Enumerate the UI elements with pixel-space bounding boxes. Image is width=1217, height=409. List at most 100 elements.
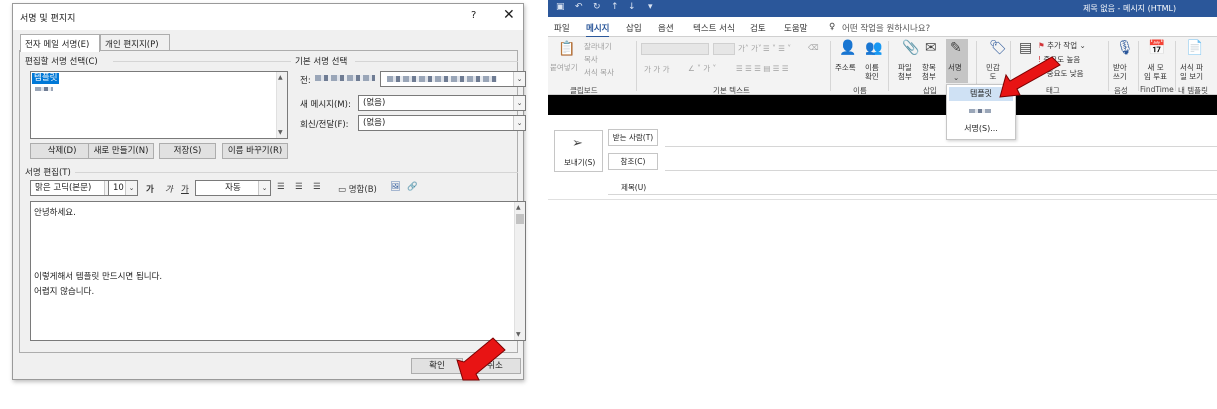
tab-message[interactable]: 메시지	[586, 22, 610, 38]
ribbon-tabs: 파일 메시지 삽입 옵션 텍스트 서식 검토 도움말 ♀ 어떤 작업을 원하시나…	[548, 17, 1217, 38]
highlight-icon[interactable]: ∠ ˅ 가 ˅	[688, 64, 716, 73]
italic-button[interactable]: 가	[165, 183, 173, 195]
delete-button[interactable]: 삭제(D)	[30, 143, 94, 159]
address-book-icon[interactable]: 👤	[839, 40, 856, 56]
to-field[interactable]	[665, 146, 1217, 147]
tell-me-search[interactable]: 어떤 작업을 원하시나요?	[842, 22, 930, 34]
undo-icon[interactable]: ↶	[575, 2, 583, 12]
tab-help[interactable]: 도움말	[784, 22, 807, 34]
align-center-icon[interactable]: ☰	[295, 182, 303, 192]
font-size-select[interactable]: 10 ⌄	[108, 180, 138, 196]
underline-button[interactable]: 가	[181, 183, 189, 195]
scroll-up-icon[interactable]: ▲	[516, 204, 521, 211]
paperclip-icon[interactable]: 📎	[902, 40, 919, 56]
font-color-select[interactable]: 자동 ⌄	[195, 180, 271, 196]
chevron-down-icon[interactable]: ⌄	[125, 181, 137, 195]
save-button[interactable]: 저장(S)	[159, 143, 216, 159]
divider	[1175, 41, 1176, 91]
save-icon[interactable]: ▣	[556, 2, 565, 12]
new-poll-button[interactable]: 새 모 임 투표	[1144, 63, 1167, 81]
attach-file-button[interactable]: 파일 첨부	[898, 63, 912, 81]
list-scrollbar[interactable]: ▲ ▼	[276, 72, 287, 138]
align-right-icon[interactable]: ☰	[313, 182, 321, 192]
tab-insert[interactable]: 삽입	[626, 22, 642, 34]
subject-field[interactable]	[608, 194, 1217, 195]
paste-icon[interactable]: 📋	[558, 41, 575, 57]
check-names-icon[interactable]: 👥	[865, 40, 882, 56]
chevron-down-icon[interactable]: ⌄	[258, 181, 270, 195]
to-button[interactable]: 받는 사람(T)	[608, 129, 658, 146]
address-book-button[interactable]: 주소록	[835, 63, 856, 72]
divider	[888, 41, 889, 91]
tab-email-signature[interactable]: 전자 메일 서명(E)	[20, 34, 100, 52]
flag-icon: ⚑	[1038, 41, 1045, 50]
editor-scrollbar[interactable]: ▲ ▼	[514, 202, 525, 340]
insert-picture-icon[interactable]: 🖼	[390, 182, 401, 192]
account-select[interactable]: ⌄	[380, 71, 526, 87]
policy-icon[interactable]: ▤	[1019, 40, 1032, 56]
paste-label[interactable]: 붙여넣기	[550, 63, 578, 72]
check-names-button[interactable]: 이름 확인	[865, 63, 879, 81]
findtime-group-label: FindTime	[1140, 85, 1174, 94]
insert-hyperlink-icon[interactable]: 🔗	[407, 182, 418, 192]
align-left-icon[interactable]: ☰	[277, 182, 285, 192]
send-button[interactable]: ➢ 보내기(S)	[554, 130, 603, 172]
replies-value: (없음)	[363, 118, 386, 128]
account-label: 전:	[300, 76, 311, 86]
new-messages-select[interactable]: (없음) ⌄	[358, 95, 526, 111]
view-templates-button[interactable]: 서식 파 일 보기	[1180, 63, 1203, 81]
clear-format-icon[interactable]: ⌫	[808, 43, 819, 52]
tab-format-text[interactable]: 텍스트 서식	[693, 22, 735, 34]
redo-icon[interactable]: ↻	[593, 2, 601, 12]
tab-review[interactable]: 검토	[750, 22, 766, 34]
attach-item-button[interactable]: 항목 첨부	[922, 63, 936, 81]
scroll-thumb[interactable]	[516, 214, 524, 224]
rename-button[interactable]: 이름 바꾸기(R)	[222, 143, 288, 159]
chevron-down-icon[interactable]: ⌄	[513, 116, 525, 130]
business-card-button[interactable]: ▭ 명함(B)	[338, 183, 377, 195]
cut-button[interactable]: 잘라내기	[584, 42, 612, 51]
templates-icon[interactable]: 📄	[1186, 40, 1203, 56]
signature-list-item[interactable]: 템플릿	[32, 73, 60, 84]
bold-button[interactable]: 가	[146, 183, 154, 195]
select-signature-label: 편집할 서명 선택(C)	[25, 55, 102, 67]
scroll-down-icon[interactable]: ▼	[278, 129, 283, 136]
font-select[interactable]: 맑은 고딕(본문) ⌄	[30, 180, 117, 196]
scroll-up-icon[interactable]: ▲	[278, 74, 283, 81]
tab-options[interactable]: 옵션	[658, 22, 674, 34]
follow-up-button[interactable]: ⚑ 추가 작업 ⌄	[1038, 41, 1086, 50]
dictate-button[interactable]: 받아 쓰기	[1113, 63, 1127, 81]
tab-file[interactable]: 파일	[554, 22, 570, 34]
scroll-down-icon[interactable]: ▼	[516, 331, 521, 338]
envelope-icon[interactable]: ✉	[925, 40, 937, 56]
cc-button[interactable]: 참조(C)	[608, 153, 658, 170]
signature-editor[interactable]: 안녕하세요. 이렇게해서 템플릿 만드시면 됩니다. 어렵지 않습니다. ▲ ▼	[30, 201, 526, 341]
tab-personal-stationery[interactable]: 개인 편지지(P)	[100, 34, 170, 51]
cc-field[interactable]	[665, 170, 1217, 171]
chevron-down-icon[interactable]: ⌄	[513, 96, 525, 110]
up-icon[interactable]: ↑	[611, 2, 619, 12]
chevron-down-icon[interactable]: ⌄	[513, 72, 525, 86]
edit-signature-label: 서명 편집(T)	[25, 166, 75, 178]
font-size-box[interactable]	[713, 43, 735, 55]
customize-icon[interactable]: ▾	[648, 2, 653, 12]
signature-list[interactable]: 템플릿 ▲ ▼	[30, 71, 288, 139]
new-signature-button[interactable]: 새로 만들기(N)	[88, 143, 154, 159]
sensitivity-icon[interactable]: 🏷	[989, 40, 1007, 56]
replies-select[interactable]: (없음) ⌄	[358, 115, 526, 131]
copy-button[interactable]: 복사	[584, 55, 598, 64]
bold-italic-underline-icons[interactable]: 가 가 가	[644, 65, 669, 74]
close-button[interactable]: ✕	[503, 7, 515, 23]
font-grow-icon[interactable]: 가˄ 가˅	[738, 44, 762, 53]
font-name-box[interactable]	[641, 43, 709, 55]
signature-button[interactable]: ✎ 서명 ⌄	[946, 39, 968, 83]
bullets-icon[interactable]: ☰ ˅ ☰ ˅	[763, 44, 791, 53]
down-icon[interactable]: ↓	[628, 2, 636, 12]
calendar-icon[interactable]: 📅	[1148, 40, 1165, 56]
signatures-settings-item[interactable]: 서명(S)...	[949, 122, 1013, 136]
microphone-icon[interactable]: 🎙	[1116, 40, 1134, 56]
align-icons[interactable]: ☰ ☰ ☰ ▤ ☰ ☰	[736, 64, 789, 73]
help-button[interactable]: ?	[471, 10, 476, 21]
divider	[830, 41, 831, 91]
format-painter-button[interactable]: 서식 복사	[584, 68, 614, 77]
